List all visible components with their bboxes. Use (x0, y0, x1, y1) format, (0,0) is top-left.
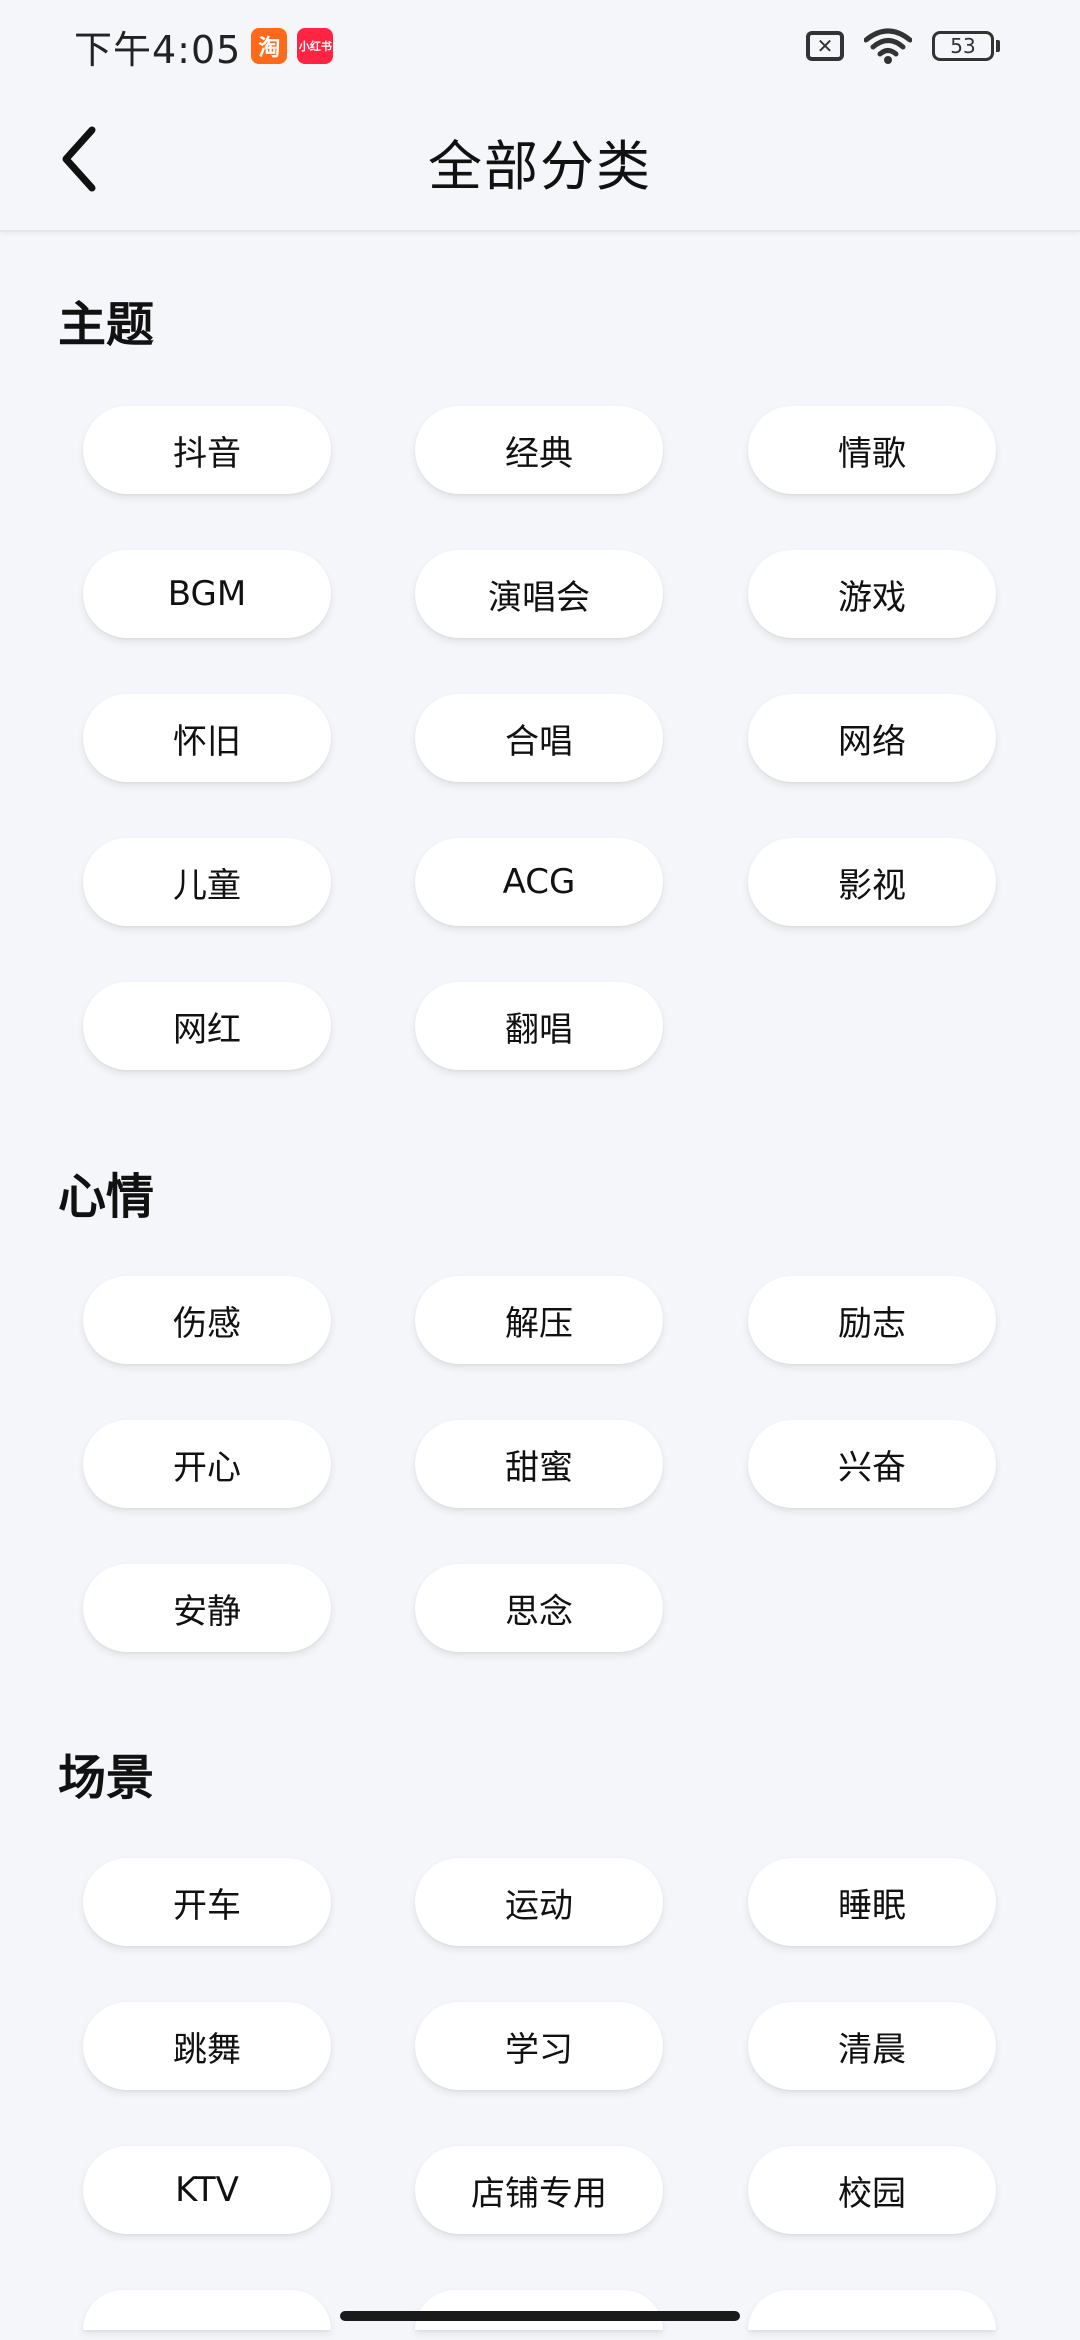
home-indicator[interactable] (340, 2311, 740, 2321)
category-chip[interactable]: 开车 (83, 1858, 331, 1946)
section-title-mood: 心情 (58, 1169, 155, 1225)
category-chip[interactable]: 跳舞 (83, 2002, 331, 2090)
category-chip[interactable]: 睡眠 (748, 1858, 996, 1946)
category-chip[interactable]: 校园 (748, 2146, 996, 2234)
xiaohongshu-app-icon: 小红书 (297, 28, 334, 64)
category-chip[interactable]: 思念 (415, 1564, 663, 1652)
category-chip[interactable]: 合唱 (415, 694, 663, 782)
category-chip[interactable]: KTV (83, 2146, 331, 2234)
category-chip[interactable]: 解压 (415, 1276, 663, 1364)
category-chip[interactable]: BGM (83, 550, 331, 638)
back-button[interactable] (34, 114, 124, 204)
category-chip-partial[interactable] (748, 2290, 996, 2330)
wifi-icon (864, 28, 912, 64)
status-time: 下午4:05 (74, 27, 242, 72)
category-chip[interactable]: ACG (415, 838, 663, 926)
category-chip-partial[interactable] (83, 2290, 331, 2330)
section-title-theme: 主题 (58, 297, 155, 353)
category-chip[interactable]: 伤感 (83, 1276, 331, 1364)
category-chip[interactable]: 清晨 (748, 2002, 996, 2090)
category-chip[interactable]: 网络 (748, 694, 996, 782)
category-chip[interactable]: 甜蜜 (415, 1420, 663, 1508)
category-chip[interactable]: 网红 (83, 982, 331, 1070)
category-chip[interactable]: 店铺专用 (415, 2146, 663, 2234)
category-chip[interactable]: 开心 (83, 1420, 331, 1508)
status-bar: 下午4:05 淘 小红书 ✕ 53 (0, 0, 1080, 92)
category-chip[interactable]: 学习 (415, 2002, 663, 2090)
header: 全部分类 (0, 92, 1080, 232)
category-chip[interactable]: 励志 (748, 1276, 996, 1364)
category-chip[interactable]: 翻唱 (415, 982, 663, 1070)
page-title: 全部分类 (428, 134, 652, 198)
battery-indicator: 53 (932, 31, 1000, 61)
no-sim-icon: ✕ (806, 31, 844, 61)
status-left: 下午4:05 淘 小红书 (74, 19, 334, 74)
category-chip[interactable]: 影视 (748, 838, 996, 926)
back-arrow-icon (62, 126, 96, 192)
taobao-app-icon: 淘 (251, 28, 288, 64)
category-page: 下午4:05 淘 小红书 ✕ 53 全部分类 主题 心情 场景 抖音 经典 情歌… (0, 0, 1080, 2340)
category-chip[interactable]: 儿童 (83, 838, 331, 926)
category-chip[interactable]: 经典 (415, 406, 663, 494)
category-chip[interactable]: 游戏 (748, 550, 996, 638)
category-chip[interactable]: 情歌 (748, 406, 996, 494)
category-chip[interactable]: 运动 (415, 1858, 663, 1946)
category-chip[interactable]: 兴奋 (748, 1420, 996, 1508)
category-chip[interactable]: 演唱会 (415, 550, 663, 638)
battery-level: 53 (932, 31, 994, 61)
section-title-scene: 场景 (58, 1750, 155, 1806)
status-right: ✕ 53 (806, 28, 1000, 64)
category-chip[interactable]: 抖音 (83, 406, 331, 494)
category-chip[interactable]: 怀旧 (83, 694, 331, 782)
category-chip[interactable]: 安静 (83, 1564, 331, 1652)
category-chip-partial[interactable] (415, 2290, 663, 2330)
battery-cap (996, 40, 1000, 52)
